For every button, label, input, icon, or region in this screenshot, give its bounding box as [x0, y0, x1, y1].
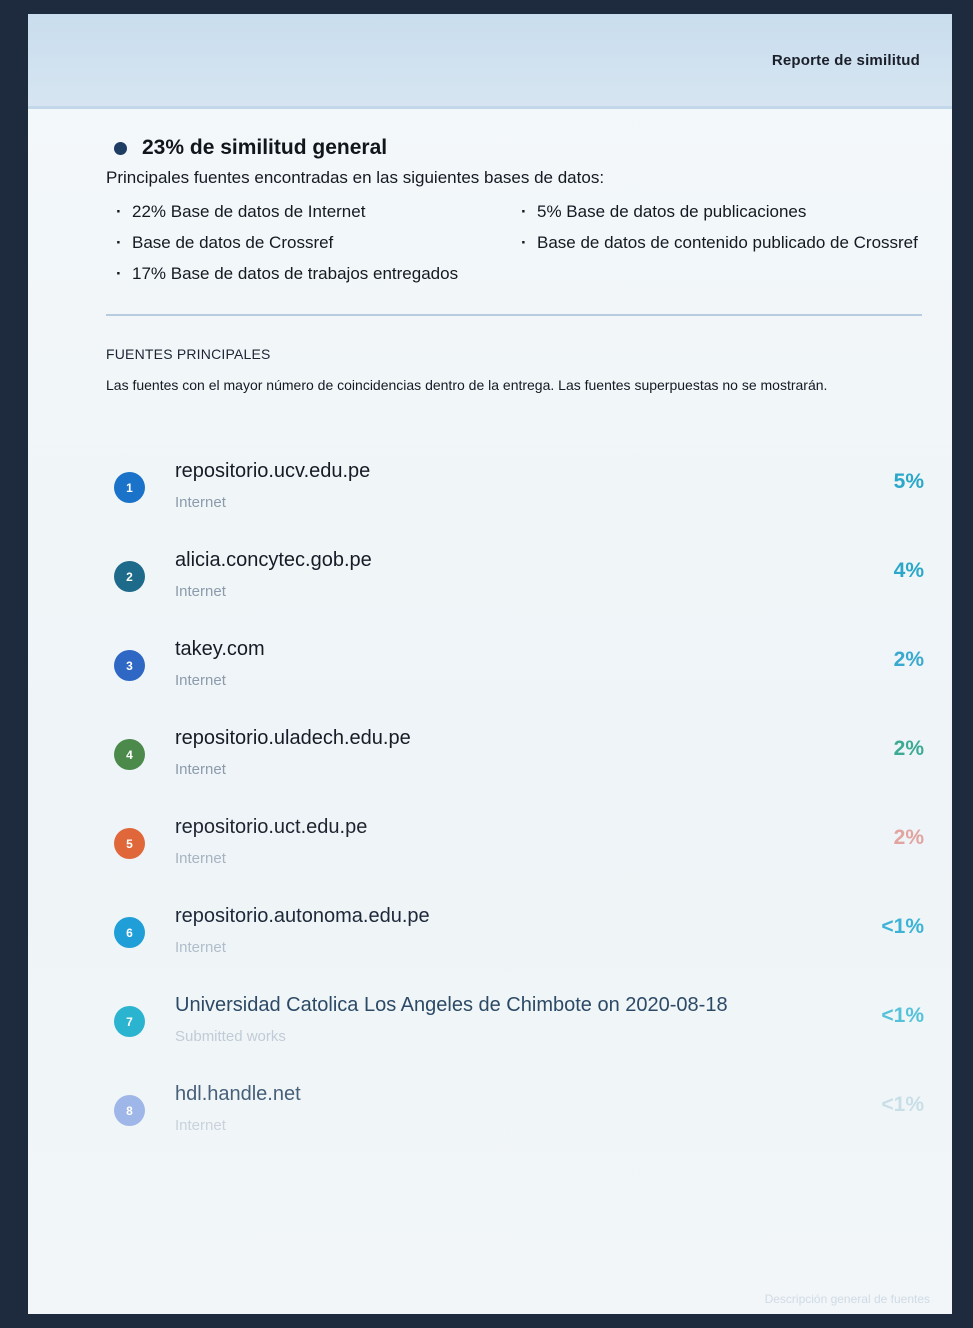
source-type-label: Internet — [175, 761, 226, 778]
source-type-label: Internet — [175, 583, 226, 600]
source-name-link[interactable]: repositorio.autonoma.edu.pe — [175, 905, 430, 928]
source-percent: 2% — [893, 648, 924, 671]
source-percent: <1% — [881, 915, 924, 938]
database-item: · Base de datos de contenido publicado de… — [521, 233, 918, 252]
report-header: Reporte de similitud — [28, 14, 952, 109]
source-number-badge: 1 — [114, 472, 145, 503]
source-percent: 2% — [893, 737, 924, 760]
overall-similarity: 23% de similitud general — [106, 136, 936, 160]
source-number-badge: 2 — [114, 561, 145, 592]
sources-section-description: Las fuentes con el mayor número de coinc… — [106, 377, 828, 393]
source-name-link[interactable]: repositorio.uct.edu.pe — [175, 816, 367, 839]
source-row[interactable]: 4 repositorio.uladech.edu.pe Internet 2% — [28, 719, 952, 808]
source-row[interactable]: 7 Universidad Catolica Los Angeles de Chi… — [28, 986, 952, 1075]
overall-similarity-text: 23% de similitud general — [142, 136, 388, 159]
database-item: · 22% Base de datos de Internet — [116, 202, 366, 221]
source-row[interactable]: 2 alicia.concytec.gob.pe Internet 4% — [28, 541, 952, 630]
source-type-label: Internet — [175, 939, 226, 956]
source-percent: <1% — [881, 1004, 924, 1027]
similarity-summary: 23% de similitud general Principales fue… — [106, 136, 936, 284]
section-divider — [106, 314, 922, 316]
report-title: Reporte de similitud — [771, 52, 920, 69]
source-name-link[interactable]: alicia.concytec.gob.pe — [175, 549, 372, 572]
similarity-report-page: Reporte de similitud 23% de similitud ge… — [28, 14, 952, 1314]
source-name-link[interactable]: takey.com — [175, 638, 265, 661]
source-number-badge: 3 — [114, 650, 145, 681]
source-name-link[interactable]: repositorio.ucv.edu.pe — [175, 460, 370, 483]
source-name-link[interactable]: repositorio.uladech.edu.pe — [175, 727, 411, 750]
source-row[interactable]: 5 repositorio.uct.edu.pe Internet 2% — [28, 808, 952, 897]
source-type-label: Internet — [175, 672, 226, 689]
source-percent: 5% — [893, 470, 924, 493]
sources-list: 1 repositorio.ucv.edu.pe Internet 5% 2 alicia… — [28, 452, 952, 1164]
summary-intro: Principales fuentes encontradas en las s… — [106, 168, 605, 187]
database-list: · 22% Base de datos de Internet · 5% Base … — [106, 202, 936, 284]
bullet-dot-icon — [114, 141, 127, 155]
source-percent: 2% — [893, 826, 924, 849]
source-row[interactable]: 1 repositorio.ucv.edu.pe Internet 5% — [28, 452, 952, 541]
source-name-link[interactable]: hdl.handle.net — [175, 1083, 301, 1106]
source-type-label: Internet — [175, 850, 226, 867]
footer-note: Descripción general de fuentes — [764, 1292, 930, 1306]
sources-section-title: FUENTES PRINCIPALES — [106, 346, 271, 362]
source-row[interactable]: 6 repositorio.autonoma.edu.pe Internet <1% — [28, 897, 952, 986]
source-number-badge: 8 — [114, 1095, 145, 1126]
source-name-link[interactable]: Universidad Catolica Los Angeles de Chim… — [175, 994, 728, 1017]
source-type-label: Internet — [175, 494, 226, 511]
database-item: · 5% Base de datos de publicaciones — [521, 202, 807, 221]
source-number-badge: 4 — [114, 739, 145, 770]
source-percent: 4% — [893, 559, 924, 582]
source-percent: <1% — [881, 1093, 924, 1116]
source-number-badge: 5 — [114, 828, 145, 859]
source-type-label: Internet — [175, 1117, 226, 1134]
database-item: · Base de datos de Crossref — [116, 233, 334, 252]
database-item: · 17% Base de datos de trabajos entregado… — [116, 264, 459, 283]
source-row[interactable]: 8 hdl.handle.net Internet <1% — [28, 1075, 952, 1164]
source-number-badge: 7 — [114, 1006, 145, 1037]
source-row[interactable]: 3 takey.com Internet 2% — [28, 630, 952, 719]
source-type-label: Submitted works — [175, 1028, 286, 1045]
source-number-badge: 6 — [114, 917, 145, 948]
